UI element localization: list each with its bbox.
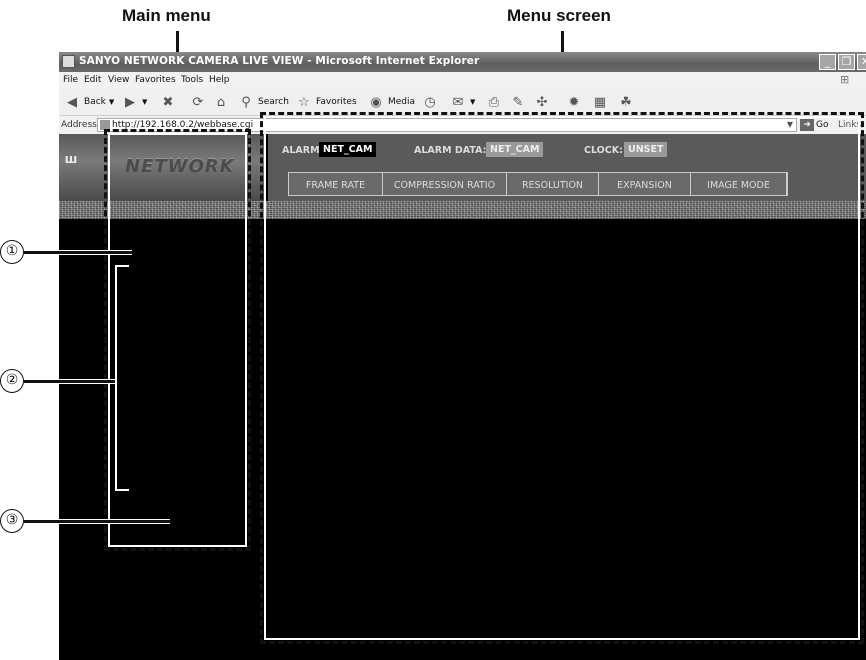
- forward-button[interactable]: ▶ ▼: [121, 93, 147, 111]
- home-icon: ⌂: [216, 94, 226, 110]
- edit-button[interactable]: ✎: [509, 93, 527, 111]
- messenger-button[interactable]: ▦: [591, 93, 609, 111]
- print-icon: ⎙: [488, 94, 500, 110]
- address-label: Address: [61, 120, 97, 130]
- back-arrow-icon: ◀: [67, 94, 77, 110]
- menu-tools[interactable]: Tools: [181, 75, 203, 85]
- menu-screen-highlight-box: [260, 112, 864, 644]
- people-icon: ☘: [620, 94, 632, 110]
- forward-arrow-icon: ▶: [125, 94, 135, 110]
- extra-tool-button[interactable]: ☘: [617, 93, 635, 111]
- stop-icon: ✖: [162, 94, 174, 110]
- print-button[interactable]: ⎙: [485, 93, 503, 111]
- back-button[interactable]: ◀ Back ▼: [63, 93, 114, 111]
- edit-icon: ✎: [512, 94, 524, 110]
- back-label: Back: [84, 97, 106, 107]
- media-button[interactable]: ◉ Media: [367, 93, 415, 111]
- mail-button[interactable]: ✉ ▼: [449, 93, 476, 111]
- search-label: Search: [258, 97, 289, 107]
- callout-bracket-2: [115, 265, 129, 491]
- home-button[interactable]: ⌂: [212, 93, 230, 111]
- favorites-button[interactable]: ☆ Favorites: [295, 93, 357, 111]
- menu-help[interactable]: Help: [209, 75, 230, 85]
- dropdown-icon: ▼: [142, 98, 148, 106]
- messenger-icon: ▦: [593, 94, 607, 110]
- menu-edit[interactable]: Edit: [84, 75, 101, 85]
- ie-app-icon: [62, 55, 75, 68]
- menu-file[interactable]: File: [63, 75, 78, 85]
- sanyo-logo-icon: ш: [64, 152, 78, 166]
- search-icon: ⚲: [241, 94, 251, 110]
- discuss-button[interactable]: ✣: [533, 93, 551, 111]
- media-label: Media: [388, 97, 416, 107]
- search-button[interactable]: ⚲ Search: [237, 93, 289, 111]
- callout-marker-3: ③: [0, 509, 24, 533]
- refresh-button[interactable]: ⟳: [189, 93, 207, 111]
- stop-button[interactable]: ✖: [159, 93, 177, 111]
- menu-view[interactable]: View: [108, 75, 129, 85]
- callout-marker-1: ①: [0, 240, 24, 264]
- minimize-button[interactable]: _: [819, 54, 836, 70]
- mail-icon: ✉: [452, 94, 464, 110]
- callout-line-2: [24, 379, 116, 384]
- callout-line-1: [24, 250, 132, 255]
- menu-favorites[interactable]: Favorites: [135, 75, 176, 85]
- history-button[interactable]: ◷: [421, 93, 439, 111]
- research-button[interactable]: ✹: [565, 93, 583, 111]
- restore-button[interactable]: ❐: [838, 54, 855, 70]
- star-icon: ☆: [298, 94, 310, 110]
- history-icon: ◷: [424, 94, 436, 110]
- research-icon: ✹: [568, 94, 580, 110]
- callout-marker-2: ②: [0, 369, 24, 393]
- refresh-icon: ⟳: [192, 94, 204, 110]
- favorites-label: Favorites: [316, 97, 357, 107]
- close-button[interactable]: ✕: [857, 54, 866, 70]
- discuss-icon: ✣: [536, 94, 548, 110]
- title-bar: SANYO NETWORK CAMERA LIVE VIEW - Microso…: [59, 52, 866, 72]
- dropdown-icon: ▼: [108, 98, 115, 106]
- window-title: SANYO NETWORK CAMERA LIVE VIEW - Microso…: [79, 55, 480, 67]
- windows-logo-icon: ⊞: [840, 73, 850, 86]
- main-menu-callout-label: Main menu: [122, 6, 211, 25]
- menu-bar: File Edit View Favorites Tools Help ⊞: [59, 72, 866, 88]
- dropdown-icon: ▼: [470, 98, 476, 106]
- menu-screen-callout-label: Menu screen: [507, 6, 611, 25]
- callout-line-3: [24, 519, 170, 524]
- media-icon: ◉: [370, 94, 382, 110]
